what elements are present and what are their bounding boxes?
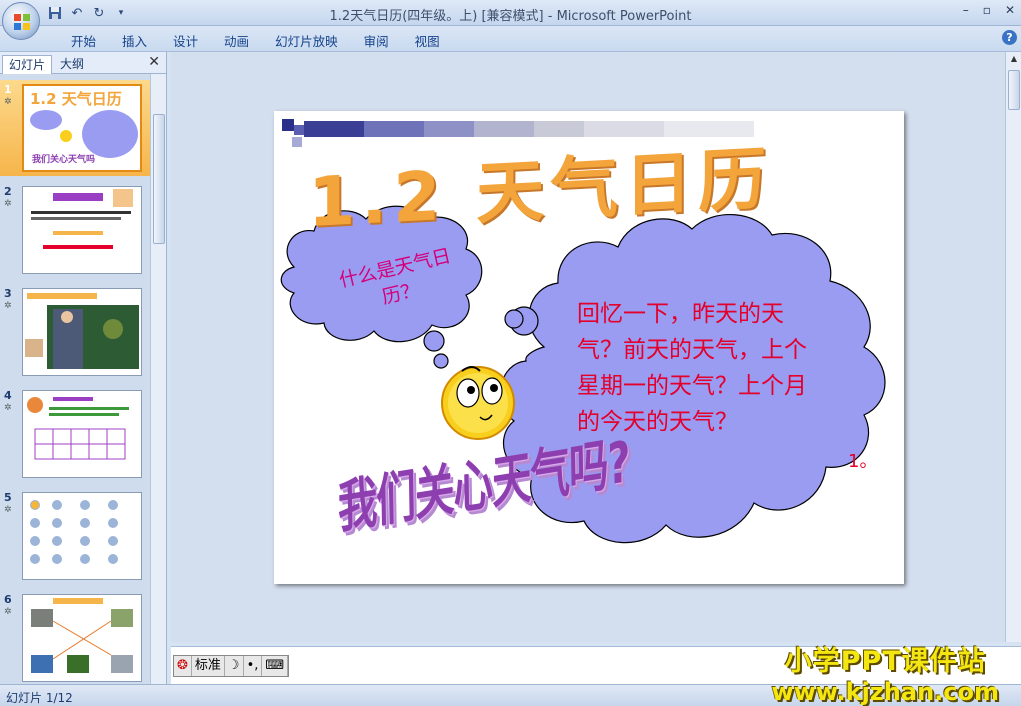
window-controls: – ▫ ✕ [963,3,1015,17]
tab-slideshow[interactable]: 幻灯片放映 [262,31,351,50]
minimize-icon[interactable]: – [963,3,969,17]
watermark: 小学PPT课件站 www.kjzhan.com [772,639,999,706]
transition-icon: ✲ [4,607,12,617]
tab-view[interactable]: 视图 [402,31,453,50]
keyboard-icon[interactable]: ⌨ [262,656,289,676]
tab-design[interactable]: 设计 [160,31,211,50]
tab-outline[interactable]: 大纲 [54,55,90,74]
ime-toolbar: ❂ 标准 ☽ •, ⌨ [173,655,290,677]
slide-thumbnail-2[interactable]: 2 ✲ [0,182,150,278]
slide-number: 2 [4,185,12,198]
slide-thumbnail-6[interactable]: 6 ✲ [0,590,150,684]
tab-review[interactable]: 审阅 [351,31,402,50]
ribbon-tabs: 开始 插入 设计 动画 幻灯片放映 审阅 视图 [58,31,453,50]
slide-thumbnail-1[interactable]: 1 ✲ 1.2 天气日历 我们关心天气吗 [0,80,150,176]
help-icon[interactable]: ? [1002,30,1017,45]
slide-number: 1 [4,83,12,96]
thumbnail-preview [22,390,142,478]
ribbon: 开始 插入 设计 动画 幻灯片放映 审阅 视图 ? [0,26,1021,52]
slide-canvas[interactable]: 1.2 天气日历 什么是天气日历？ 回忆一下，昨天的天气？前天的天气，上个星期一… [274,111,904,584]
office-button[interactable] [2,2,40,40]
slide-thumbnail-4[interactable]: 4 ✲ [0,386,150,482]
title-bar: ↶ ↻ ▾ 1.2天气日历(四年级。上) [兼容模式] - Microsoft … [0,0,1021,26]
transition-icon: ✲ [4,403,12,413]
slide-thumbnail-5[interactable]: 5 ✲ [0,488,150,584]
window-title: 1.2天气日历(四年级。上) [兼容模式] - Microsoft PowerP… [329,9,692,24]
transition-icon: ✲ [4,199,12,209]
slide-indicator: 幻灯片 1/12 [6,691,73,705]
slide-number: 6 [4,593,12,606]
scroll-thumb[interactable] [1008,70,1020,110]
thumbnail-preview [22,186,142,274]
slide-number: 5 [4,491,12,504]
close-icon[interactable]: ✕ [148,54,160,70]
slide-thumbnail-3[interactable]: 3 ✲ [0,284,150,380]
scroll-up-icon[interactable]: ▲ [1009,54,1019,63]
trailing-text[interactable]: 1。 [848,447,877,473]
watermark-title: 小学PPT课件站 [784,646,986,677]
tab-home[interactable]: 开始 [58,31,109,50]
panel-tabs: 幻灯片 大纲 ✕ [0,52,166,74]
tab-slides[interactable]: 幻灯片 [2,55,53,74]
thumbnail-preview: 1.2 天气日历 我们关心天气吗 [22,84,142,172]
tab-animations[interactable]: 动画 [211,31,262,50]
moon-icon[interactable]: ☽ [225,656,244,676]
transition-icon: ✲ [4,505,12,515]
transition-icon: ✲ [4,301,12,311]
ime-logo-icon[interactable]: ❂ [174,656,192,676]
ime-mode[interactable]: 标准 [192,656,225,676]
office-logo-icon [14,14,30,30]
punctuation-icon[interactable]: •, [244,656,263,676]
slide-thumbnails: 1 ✲ 1.2 天气日历 我们关心天气吗 2 ✲ 3 ✲ 4 ✲ 5 ✲ 6 ✲ [0,74,150,684]
restore-icon[interactable]: ▫ [983,3,991,17]
thumbnails-scrollbar[interactable] [150,74,166,684]
transition-icon: ✲ [4,97,12,107]
smiley-face-icon [441,366,515,440]
thumbnail-preview [22,594,142,682]
scroll-thumb[interactable] [153,114,165,244]
main-scrollbar[interactable]: ▲ [1005,52,1021,642]
svg-text:我们关心天气吗: 我们关心天气吗 [32,153,95,165]
thumbnail-preview [22,288,142,376]
svg-text:1.2 天气日历: 1.2 天气日历 [30,90,122,108]
slide-number: 4 [4,389,12,402]
tab-insert[interactable]: 插入 [109,31,160,50]
thumbnail-preview [22,492,142,580]
slides-panel: 幻灯片 大纲 ✕ 1 ✲ 1.2 天气日历 我们关心天气吗 2 ✲ 3 ✲ 4 … [0,52,167,684]
slide-editor: 1.2 天气日历 什么是天气日历？ 回忆一下，昨天的天气？前天的天气，上个星期一… [171,52,1005,642]
slide-number: 3 [4,287,12,300]
close-icon[interactable]: ✕ [1005,3,1015,17]
watermark-url: www.kjzhan.com [771,678,999,706]
